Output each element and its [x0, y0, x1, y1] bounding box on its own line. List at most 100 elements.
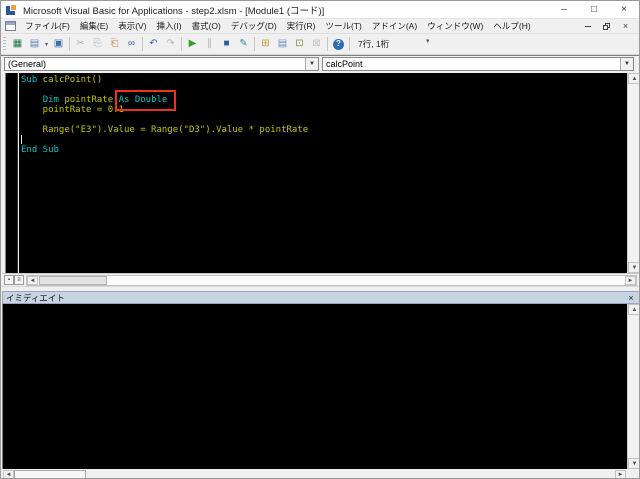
code-text-area[interactable]: Sub calcPoint() Dim pointRate As Double … — [19, 73, 627, 273]
toolbar-separator — [142, 37, 143, 51]
child-window-controls: × — [578, 19, 639, 33]
save-button[interactable]: ▣ — [50, 36, 67, 52]
help-icon: ? — [333, 39, 344, 50]
procedure-dropdown-value: calcPoint — [323, 59, 620, 69]
procedure-view-button[interactable]: ▪ — [4, 275, 14, 285]
find-button[interactable]: ∞ — [123, 36, 140, 52]
line-column-indicator: 7行, 1桁 — [358, 38, 389, 50]
toolbar-separator — [181, 37, 182, 51]
object-browser-icon: ⊡ — [295, 39, 303, 49]
scroll-down-arrow[interactable]: ▼ — [628, 458, 640, 469]
menu-edit[interactable]: 編集(E) — [75, 19, 113, 33]
immediate-close-button[interactable]: × — [624, 292, 638, 303]
code-token: calcPoint() — [37, 75, 102, 85]
code-token: pointRate — [59, 95, 119, 105]
chevron-down-icon[interactable]: ▼ — [305, 58, 318, 70]
menu-bar: ファイル(F) 編集(E) 表示(V) 挿入(I) 書式(O) デバッグ(D) … — [1, 19, 639, 34]
code-token: pointRate = 0.1 — [21, 105, 124, 115]
undo-icon: ↶ — [149, 39, 157, 49]
properties-window-button[interactable]: ▤ — [274, 36, 291, 52]
scroll-left-arrow[interactable]: ◄ — [27, 276, 38, 285]
menu-format[interactable]: 書式(O) — [187, 19, 226, 33]
toolbar-separator — [327, 37, 328, 51]
help-button[interactable]: ? — [330, 36, 347, 52]
toolbar-separator — [254, 37, 255, 51]
properties-icon: ▤ — [278, 39, 287, 49]
break-button[interactable]: ∥ — [201, 36, 218, 52]
menu-debug[interactable]: デバッグ(D) — [226, 19, 282, 33]
scroll-down-arrow[interactable]: ▼ — [628, 262, 640, 273]
window-title: Microsoft Visual Basic for Applications … — [23, 3, 324, 17]
menu-tools[interactable]: ツール(T) — [320, 19, 366, 33]
immediate-window-title: イミディエイト — [3, 292, 624, 304]
menu-view[interactable]: 表示(V) — [113, 19, 151, 33]
project-explorer-icon: ⊞ — [261, 39, 269, 49]
child-minimize-button[interactable] — [578, 20, 597, 33]
margin-indicator-bar[interactable] — [5, 73, 18, 273]
copy-button[interactable]: ⎘ — [89, 36, 106, 52]
minimize-icon — [585, 26, 591, 27]
scroll-right-arrow[interactable]: ► — [625, 276, 636, 285]
design-mode-button[interactable]: ✎ — [235, 36, 252, 52]
chevron-down-icon[interactable]: ▼ — [620, 58, 633, 70]
toolbar-options-arrow[interactable]: ▾ — [426, 37, 430, 45]
close-button[interactable]: × — [609, 1, 639, 18]
code-line: Sub calcPoint() — [21, 75, 308, 85]
cut-button[interactable]: ✂ — [72, 36, 89, 52]
procedure-dropdown[interactable]: calcPoint ▼ — [322, 57, 634, 71]
menu-addins[interactable]: アドイン(A) — [367, 19, 422, 33]
minimize-button[interactable]: – — [549, 1, 579, 18]
run-button[interactable]: ▶ — [184, 36, 201, 52]
copy-icon: ⎘ — [94, 39, 102, 49]
full-module-view-button[interactable]: ≡ — [14, 275, 24, 285]
menu-window[interactable]: ウィンドウ(W) — [422, 19, 488, 33]
immediate-window-titlebar[interactable]: イミディエイト × — [2, 291, 640, 304]
scroll-up-arrow[interactable]: ▲ — [628, 73, 640, 84]
project-explorer-button[interactable]: ⊞ — [257, 36, 274, 52]
code-line — [21, 115, 308, 125]
standard-toolbar: ▦ ▤ ▾ ▣ ✂ ⎘ ⎗ ∞ ↶ ↷ ▶ ∥ ■ ✎ ⊞ ▤ ⊡ ⊠ ? 7行… — [1, 34, 639, 55]
insert-userform-button[interactable]: ▤ — [26, 36, 43, 52]
redo-button[interactable]: ↷ — [162, 36, 179, 52]
keyword-token: Dim — [43, 95, 59, 105]
scroll-up-arrow[interactable]: ▲ — [628, 304, 640, 315]
stop-icon: ■ — [223, 39, 229, 49]
play-icon: ▶ — [189, 39, 197, 49]
code-vertical-scrollbar[interactable]: ▲ ▼ — [627, 73, 640, 273]
immediate-vertical-scrollbar[interactable]: ▲ ▼ — [627, 304, 640, 469]
menu-run[interactable]: 実行(R) — [282, 19, 321, 33]
code-token: Range("E3").Value = Range("D3").Value * … — [21, 125, 308, 135]
vba-editor-window: Microsoft Visual Basic for Applications … — [0, 0, 640, 479]
clipboard-icon: ⎗ — [111, 39, 119, 49]
object-browser-button[interactable]: ⊡ — [291, 36, 308, 52]
view-microsoft-excel-button[interactable]: ▦ — [9, 36, 26, 52]
menu-help[interactable]: ヘルプ(H) — [488, 19, 535, 33]
toolbar-grip[interactable] — [3, 37, 6, 52]
menu-insert[interactable]: 挿入(I) — [152, 19, 187, 33]
text-caret — [21, 135, 22, 144]
toolbox-button[interactable]: ⊠ — [308, 36, 325, 52]
scrollbar-thumb[interactable] — [14, 470, 86, 479]
reset-button[interactable]: ■ — [218, 36, 235, 52]
title-bar: Microsoft Visual Basic for Applications … — [1, 1, 639, 19]
immediate-horizontal-scrollbar[interactable]: ◄ ► — [2, 469, 640, 479]
insert-dropdown-arrow[interactable]: ▾ — [43, 41, 50, 48]
object-dropdown[interactable]: (General) ▼ — [4, 57, 319, 71]
child-restore-button[interactable] — [597, 20, 616, 33]
keyword-token: Sub — [21, 75, 37, 85]
maximize-button[interactable]: □ — [579, 1, 609, 18]
scroll-right-arrow[interactable]: ► — [615, 470, 626, 479]
paste-button[interactable]: ⎗ — [106, 36, 123, 52]
code-line: End Sub — [21, 145, 308, 155]
module-window-icon[interactable] — [5, 21, 16, 31]
undo-button[interactable]: ↶ — [145, 36, 162, 52]
scrollbar-thumb[interactable] — [39, 276, 107, 285]
toolbar-separator — [69, 37, 70, 51]
scroll-left-arrow[interactable]: ◄ — [3, 470, 14, 479]
code-horizontal-scrollbar[interactable]: ◄ ► — [26, 275, 637, 286]
immediate-window-content[interactable]: ▲ ▼ — [2, 304, 640, 469]
userform-icon: ▤ — [30, 39, 39, 49]
menu-file[interactable]: ファイル(F) — [20, 19, 75, 33]
child-close-button[interactable]: × — [616, 20, 635, 33]
toolbox-icon: ⊠ — [312, 39, 320, 49]
